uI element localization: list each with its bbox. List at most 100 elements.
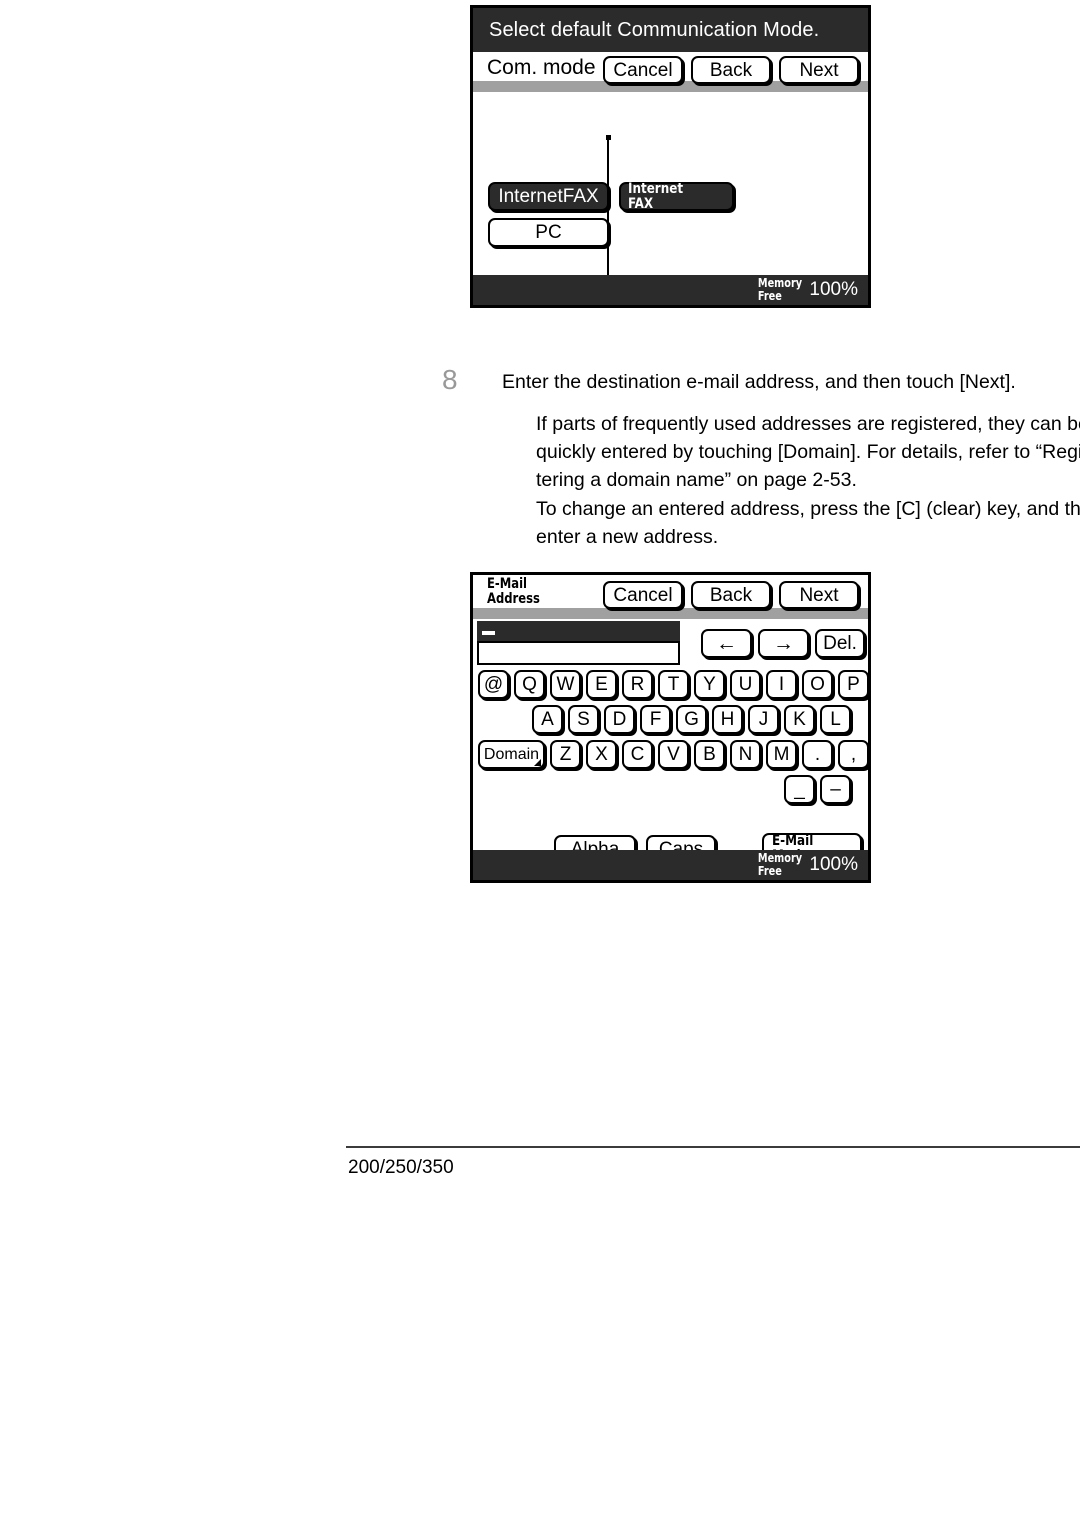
email-mode-line1: E-Mail xyxy=(772,832,814,849)
key-i[interactable]: I xyxy=(766,670,797,699)
key-o[interactable]: O xyxy=(802,670,833,699)
cursor-right-button[interactable]: → xyxy=(758,629,809,658)
panel-nav-row-email: E-Mail Address Cancel Back Next xyxy=(473,575,868,619)
address-input-field[interactable] xyxy=(477,641,680,665)
key-y[interactable]: Y xyxy=(694,670,725,699)
current-mode-line1: Internet xyxy=(628,180,684,197)
cursor-left-button[interactable]: ← xyxy=(701,629,752,658)
cancel-button-label: Cancel xyxy=(613,59,673,81)
memory-free-value: 100% xyxy=(809,279,858,300)
key-label: S xyxy=(577,709,590,730)
delete-button-label: Del. xyxy=(823,633,857,654)
option-pc[interactable]: PC xyxy=(488,218,609,247)
key-q[interactable]: Q xyxy=(514,670,545,699)
key-label: L xyxy=(830,709,841,730)
key-d[interactable]: D xyxy=(604,705,635,734)
back-button-email[interactable]: Back xyxy=(691,581,771,609)
key-e[interactable]: E xyxy=(586,670,617,699)
key-label: E xyxy=(595,674,608,695)
option-internetfax-label: InternetFAX xyxy=(498,186,599,207)
memory-free-label: Memory Free xyxy=(758,277,802,303)
lcd-panel-email-address: E-Mail Address Cancel Back Next ← → Del. … xyxy=(470,572,871,883)
key-h[interactable]: H xyxy=(712,705,743,734)
key-label: U xyxy=(738,674,753,695)
key-label: X xyxy=(595,744,608,765)
key-label: P xyxy=(847,674,860,695)
cancel-button-email[interactable]: Cancel xyxy=(603,581,683,609)
key-label: M xyxy=(773,744,790,765)
screen-label: Com. mode xyxy=(487,56,596,79)
option-internetfax[interactable]: InternetFAX xyxy=(488,182,609,211)
key-label: A xyxy=(541,709,554,730)
key-t[interactable]: T xyxy=(658,670,689,699)
key-label: C xyxy=(630,744,645,765)
current-mode-label: Internet FAX xyxy=(628,180,684,212)
step-note-line-2: quickly entered by touching [Domain]. Fo… xyxy=(536,441,1080,463)
lcd-panel-com-mode: Select default Communication Mode. Com. … xyxy=(470,5,871,308)
text-cursor xyxy=(482,631,495,635)
memory-free-label-email: Memory Free xyxy=(758,852,802,878)
key-label: O xyxy=(810,674,825,695)
cancel-button[interactable]: Cancel xyxy=(603,56,683,84)
key-comma[interactable]: , xyxy=(838,740,868,769)
key-label: @ xyxy=(483,674,504,695)
key-label: F xyxy=(649,709,662,730)
key-domain-label: Domain xyxy=(483,745,540,763)
key-domain[interactable]: Domain xyxy=(478,740,545,769)
key-label: R xyxy=(630,674,645,695)
key-z[interactable]: Z xyxy=(550,740,581,769)
memory-free-value-email: 100% xyxy=(809,854,858,875)
key-v[interactable]: V xyxy=(658,740,689,769)
next-button-email[interactable]: Next xyxy=(779,581,859,609)
key-label: Z xyxy=(559,744,572,765)
screen-label-line2: Address xyxy=(487,591,540,607)
option-pc-label: PC xyxy=(535,222,562,243)
panel-title-text: Select default Communication Mode. xyxy=(489,19,820,41)
key-b[interactable]: B xyxy=(694,740,725,769)
key-c[interactable]: C xyxy=(622,740,653,769)
key-underscore[interactable]: _ xyxy=(784,775,815,804)
step-note-line-5: enter a new address. xyxy=(536,526,719,548)
key-m[interactable]: M xyxy=(766,740,797,769)
next-button[interactable]: Next xyxy=(779,56,859,84)
key-r[interactable]: R xyxy=(622,670,653,699)
key-g[interactable]: G xyxy=(676,705,707,734)
key-label: K xyxy=(793,709,806,730)
current-mode-internetfax[interactable]: Internet FAX xyxy=(619,180,734,212)
key-label: J xyxy=(758,709,769,730)
key-at[interactable]: @ xyxy=(478,670,509,699)
key-j[interactable]: J xyxy=(748,705,779,734)
key-s[interactable]: S xyxy=(568,705,599,734)
footer-model-numbers: 200/250/350 xyxy=(348,1157,454,1178)
key-label: T xyxy=(667,674,680,695)
key-x[interactable]: X xyxy=(586,740,617,769)
arrow-right-icon: → xyxy=(773,632,794,655)
key-f[interactable]: F xyxy=(640,705,671,734)
arrow-left-icon: ← xyxy=(716,632,737,655)
key-hyphen[interactable]: – xyxy=(820,775,851,804)
key-p[interactable]: P xyxy=(838,670,868,699)
key-u[interactable]: U xyxy=(730,670,761,699)
key-l[interactable]: L xyxy=(820,705,851,734)
key-n[interactable]: N xyxy=(730,740,761,769)
address-input-value xyxy=(479,643,678,647)
address-display-dark xyxy=(477,621,680,641)
key-label: W xyxy=(556,674,575,695)
memory-label-line1: Memory xyxy=(757,851,802,865)
screen-label-email: E-Mail Address xyxy=(487,577,540,607)
key-label: . xyxy=(814,744,821,765)
delete-button[interactable]: Del. xyxy=(815,629,865,658)
back-button-label: Back xyxy=(709,59,753,81)
back-button[interactable]: Back xyxy=(691,56,771,84)
memory-label-line1: Memory xyxy=(757,276,802,290)
key-a[interactable]: A xyxy=(532,705,563,734)
key-w[interactable]: W xyxy=(550,670,581,699)
key-label: D xyxy=(612,709,627,730)
dropdown-corner-icon xyxy=(534,759,541,766)
key-label: Q xyxy=(522,674,537,695)
key-label: I xyxy=(778,674,785,695)
key-label: H xyxy=(720,709,735,730)
key-period[interactable]: . xyxy=(802,740,833,769)
status-bar: Memory Free 100% xyxy=(473,275,868,305)
key-k[interactable]: K xyxy=(784,705,815,734)
